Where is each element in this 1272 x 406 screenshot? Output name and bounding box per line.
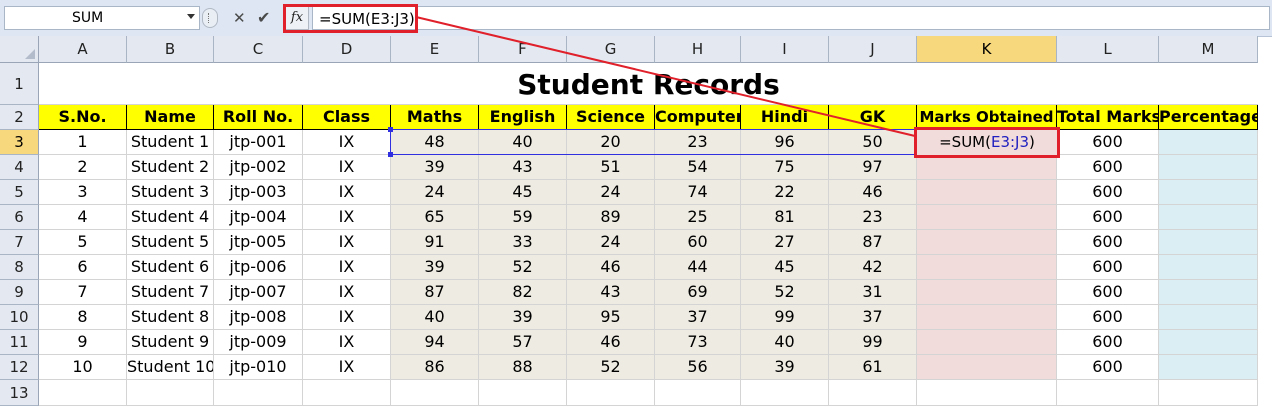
annotation-arrow-line (415, 16, 916, 137)
annotation-arrow (415, 16, 916, 137)
